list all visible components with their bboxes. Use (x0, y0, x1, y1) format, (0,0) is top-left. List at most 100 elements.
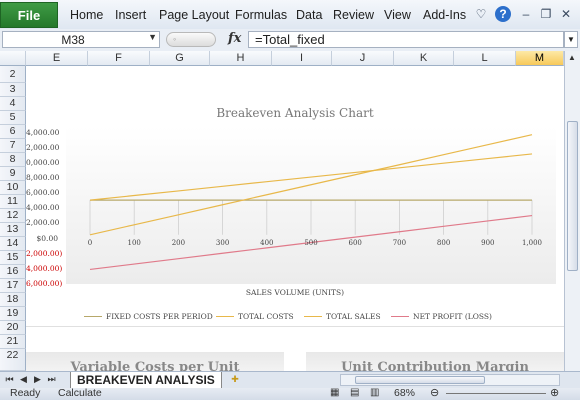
select-all-corner[interactable] (0, 51, 26, 66)
zoom-level[interactable]: 68% (394, 387, 415, 399)
x-tick-label: 800 (436, 238, 451, 247)
row-header[interactable]: 7 (0, 139, 26, 153)
status-ready: Ready (10, 387, 41, 399)
legend-net-profit: NET PROFIT (LOSS) (391, 312, 492, 321)
restore-icon[interactable]: ❐ (538, 6, 554, 22)
legend-fixed-costs: FIXED COSTS PER PERIOD (84, 312, 213, 321)
legend-label: TOTAL COSTS (238, 312, 294, 321)
row-header[interactable]: 10 (0, 181, 26, 195)
expand-formula-bar-icon[interactable]: ▼ (564, 31, 578, 48)
row-header[interactable]: 21 (0, 335, 26, 349)
variable-costs-panel: Variable Costs per Unit (26, 352, 284, 371)
tab-formulas[interactable]: Formulas (235, 8, 287, 22)
name-box[interactable]: M38 ▼ (2, 31, 160, 48)
first-sheet-icon[interactable]: ⏮ (4, 374, 15, 385)
status-bar: Ready Calculate ▦ ▤ ▥ 68% ⊖ ⊕ (0, 386, 580, 400)
column-header-g[interactable]: G (150, 51, 210, 66)
next-sheet-icon[interactable]: ▶ (32, 374, 43, 385)
ribbon-tab-bar: File Home Insert Page Layout Formulas Da… (0, 0, 580, 30)
x-tick-label: 600 (348, 238, 362, 247)
horizontal-scrollbar[interactable] (340, 374, 560, 386)
tab-page-layout[interactable]: Page Layout (159, 8, 229, 22)
insert-function-icon[interactable]: fx (228, 31, 241, 46)
row-header[interactable]: 14 (0, 237, 26, 251)
row-header[interactable]: 4 (0, 97, 26, 111)
tab-view[interactable]: View (384, 8, 411, 22)
vertical-scrollbar[interactable]: ▲ (564, 51, 580, 371)
column-header-h[interactable]: H (210, 51, 272, 66)
x-tick-label: 500 (304, 238, 318, 247)
column-header-m[interactable]: M (516, 51, 564, 66)
legend-total-costs: TOTAL COSTS (216, 312, 294, 321)
row-header[interactable]: 11 (0, 195, 26, 209)
heart-icon[interactable]: ♡ (473, 6, 489, 22)
tab-data[interactable]: Data (296, 8, 322, 22)
column-header-j[interactable]: J (332, 51, 394, 66)
x-tick-label: 100 (127, 238, 141, 247)
row-header[interactable]: 9 (0, 167, 26, 181)
legend-total-sales: TOTAL SALES (304, 312, 381, 321)
legend-swatch (304, 316, 322, 317)
help-icon[interactable]: ? (495, 6, 511, 22)
formula-bar-splitter[interactable]: ◦ (166, 32, 216, 47)
close-icon[interactable]: ✕ (558, 6, 574, 22)
x-tick-label: 0 (87, 238, 93, 247)
insert-sheet-icon[interactable]: ✚ (228, 374, 242, 385)
row-header[interactable]: 6 (0, 125, 26, 139)
row-header[interactable]: 19 (0, 307, 26, 321)
legend-swatch (391, 316, 409, 317)
panel-title: Variable Costs per Unit (70, 360, 240, 371)
tab-review[interactable]: Review (333, 8, 374, 22)
row-header[interactable]: 3 (0, 83, 26, 97)
scroll-up-icon[interactable]: ▲ (568, 53, 576, 62)
chart-plot (66, 126, 556, 284)
column-header-e[interactable]: E (26, 51, 88, 66)
horizontal-scroll-thumb[interactable] (355, 376, 485, 384)
panel-title: Unit Contribution Margin (341, 360, 529, 371)
row-header[interactable]: 2 (0, 66, 26, 83)
tab-add-ins[interactable]: Add-Ins (423, 8, 466, 22)
page-break-view-icon[interactable]: ▥ (370, 387, 379, 398)
file-tab[interactable]: File (0, 2, 58, 28)
legend-label: FIXED COSTS PER PERIOD (106, 312, 213, 321)
tab-insert[interactable]: Insert (115, 8, 146, 22)
column-header-i[interactable]: I (272, 51, 332, 66)
column-header-k[interactable]: K (394, 51, 454, 66)
row-header[interactable]: 17 (0, 279, 26, 293)
formula-input[interactable]: =Total_fixed (248, 31, 564, 48)
vertical-scroll-thumb[interactable] (567, 121, 578, 271)
column-header-l[interactable]: L (454, 51, 516, 66)
page-layout-view-icon[interactable]: ▤ (350, 387, 359, 398)
minimize-icon[interactable]: – (518, 6, 534, 22)
name-box-value: M38 (61, 33, 85, 47)
row-header[interactable]: 16 (0, 265, 26, 279)
normal-view-icon[interactable]: ▦ (330, 387, 339, 398)
row-header[interactable]: 13 (0, 223, 26, 237)
status-calculate: Calculate (58, 387, 102, 399)
zoom-slider[interactable] (446, 393, 546, 394)
zoom-in-icon[interactable]: ⊕ (550, 386, 559, 399)
x-tick-label: 400 (260, 238, 274, 247)
row-header[interactable]: 8 (0, 153, 26, 167)
x-tick-label: 700 (392, 238, 407, 247)
row-header[interactable]: 20 (0, 321, 26, 335)
worksheet-grid[interactable]: Breakeven Analysis Chart 4,000.00 2,000.… (26, 66, 564, 371)
column-header-f[interactable]: F (88, 51, 150, 66)
prev-sheet-icon[interactable]: ◀ (18, 374, 29, 385)
row-header[interactable]: 12 (0, 209, 26, 223)
x-tick-label: 200 (171, 238, 186, 247)
x-tick-label: 900 (481, 238, 495, 247)
last-sheet-icon[interactable]: ⏭ (46, 374, 57, 385)
chevron-down-icon[interactable]: ▼ (148, 32, 157, 42)
tab-home[interactable]: Home (70, 8, 103, 22)
row-header[interactable]: 5 (0, 111, 26, 125)
row-header[interactable]: 22 (0, 349, 26, 371)
formula-bar: M38 ▼ ◦ fx =Total_fixed ▼ (0, 29, 580, 52)
legend-label: NET PROFIT (LOSS) (413, 312, 492, 321)
row-header[interactable]: 18 (0, 293, 26, 307)
legend-swatch (84, 316, 102, 317)
row-header[interactable]: 15 (0, 251, 26, 265)
unit-contribution-panel: Unit Contribution Margin (306, 352, 564, 371)
x-axis-title: SALES VOLUME (UNITS) (245, 288, 345, 297)
zoom-out-icon[interactable]: ⊖ (430, 386, 439, 399)
